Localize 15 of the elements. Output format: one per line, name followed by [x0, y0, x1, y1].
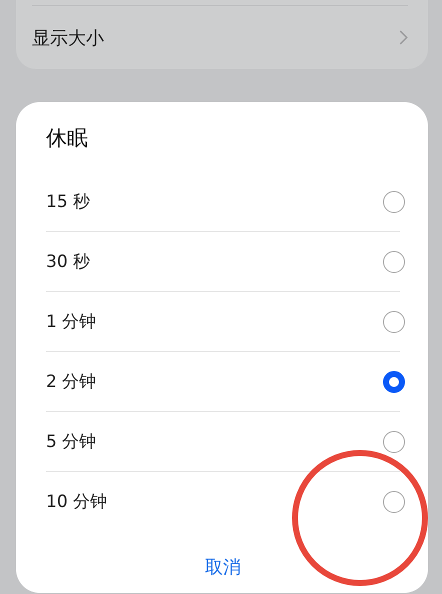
radio-button[interactable]: [383, 310, 405, 332]
option-label[interactable]: 1 分钟: [46, 310, 96, 333]
radio-button[interactable]: [383, 190, 405, 212]
radio-button[interactable]: [383, 490, 405, 512]
cancel-button[interactable]: 取消: [193, 549, 253, 585]
option-label[interactable]: 10 分钟: [46, 490, 108, 513]
option-label[interactable]: 5 分钟: [46, 430, 96, 453]
settings-item[interactable]: 显示大小: [32, 26, 104, 50]
option-label[interactable]: 2 分钟: [46, 370, 96, 393]
option-label[interactable]: 15 秒: [46, 190, 90, 213]
dialog-title: 休眠: [46, 125, 89, 152]
option-label[interactable]: 30 秒: [46, 250, 90, 273]
radio-button[interactable]: [383, 430, 405, 452]
radio-button[interactable]: [383, 370, 405, 392]
radio-button[interactable]: [383, 250, 405, 272]
